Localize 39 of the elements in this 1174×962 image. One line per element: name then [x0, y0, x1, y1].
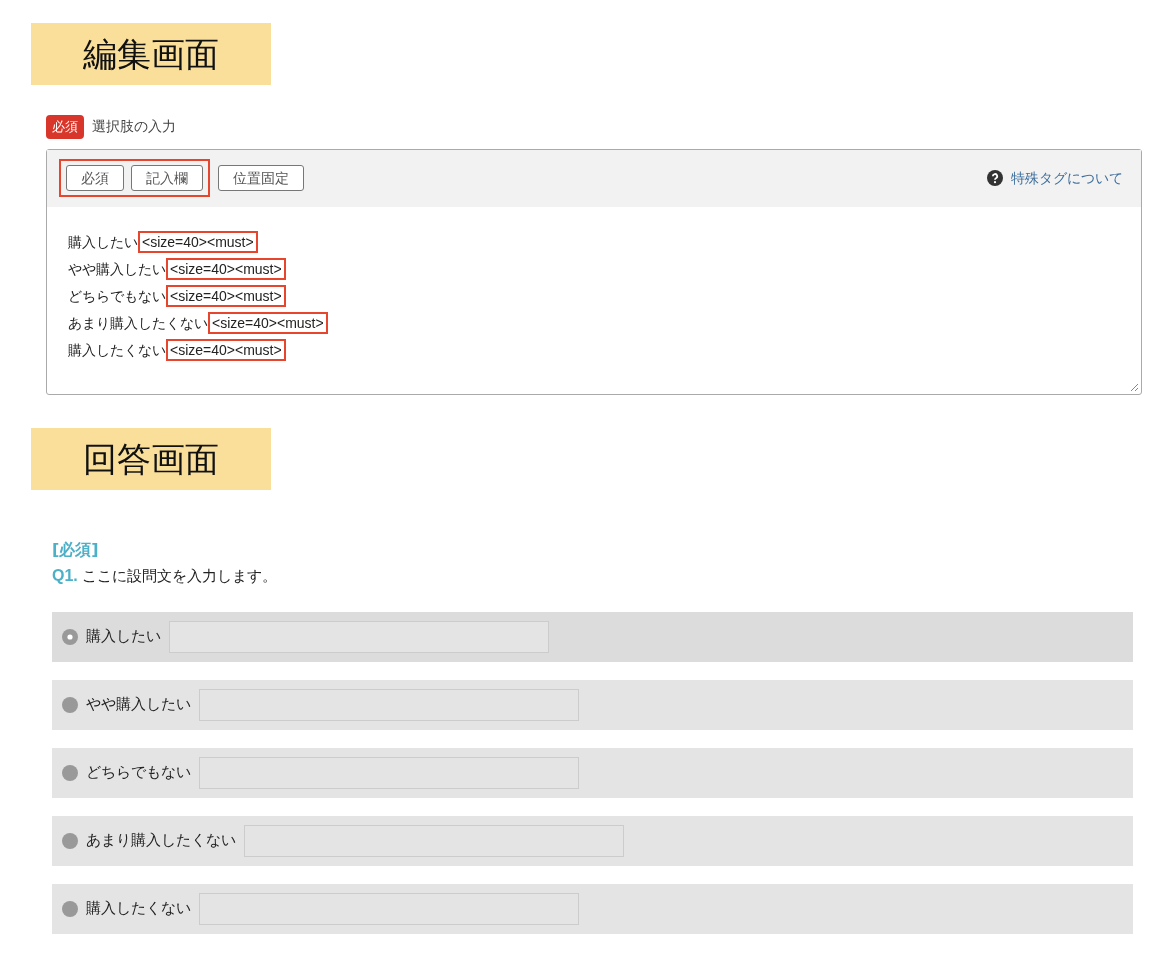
radio-button[interactable]: [62, 832, 78, 849]
special-tag: <size=40><must>: [166, 257, 286, 280]
text-input-field[interactable]: [169, 620, 549, 653]
option-label: やや購入したい: [86, 694, 191, 716]
toolbar-button[interactable]: 位置固定: [218, 165, 304, 191]
special-tag: <size=40><must>: [166, 284, 286, 307]
choice-text: 購入したい: [68, 233, 138, 250]
option-label: どちらでもない: [86, 762, 191, 784]
text-input-field[interactable]: [199, 688, 579, 721]
special-tag: <size=40><must>: [166, 338, 286, 361]
option-label: 購入したくない: [86, 898, 191, 920]
question-number: Q1.: [52, 565, 78, 586]
text-area[interactable]: 購入したい <size=40><must> やや購入したい <size=40><must> どちらでもない <size=40><must> あまり購入したくない <size=40><must> 購入したくない <size=40><must>: [47, 206, 1141, 394]
section-title: 編集画面: [31, 23, 271, 85]
resize-grip-icon[interactable]: [1130, 382, 1138, 391]
choice-text: やや購入したい: [68, 260, 166, 277]
option-label: あまり購入したくない: [86, 830, 236, 852]
question-text: ここに設問文を入力します。: [81, 565, 277, 587]
radio-button[interactable]: [62, 764, 78, 781]
radio-button[interactable]: [62, 696, 78, 713]
text-input-field[interactable]: [244, 824, 624, 857]
choice-text: 購入したくない: [68, 341, 166, 358]
required-badge: 必須: [46, 115, 84, 139]
help-icon: [987, 170, 1003, 186]
radio-button[interactable]: [62, 628, 78, 645]
required-label: [必須]: [52, 538, 100, 561]
toolbar-button[interactable]: 記入欄: [131, 165, 203, 191]
option-label: 購入したい: [86, 626, 161, 648]
section-title: 回答画面: [31, 427, 271, 490]
choice-text: どちらでもない: [68, 287, 166, 304]
field-label: 選択肢の入力: [92, 117, 176, 137]
text-input-field[interactable]: [199, 892, 579, 925]
help-link[interactable]: 特殊タグについて: [1011, 167, 1123, 189]
special-tag: <size=40><must>: [208, 311, 328, 334]
toolbar-button[interactable]: 必須: [66, 165, 124, 191]
choice-text: あまり購入したくない: [68, 314, 208, 331]
radio-button[interactable]: [62, 900, 78, 917]
text-input-field[interactable]: [199, 756, 579, 789]
special-tag: <size=40><must>: [138, 230, 258, 253]
